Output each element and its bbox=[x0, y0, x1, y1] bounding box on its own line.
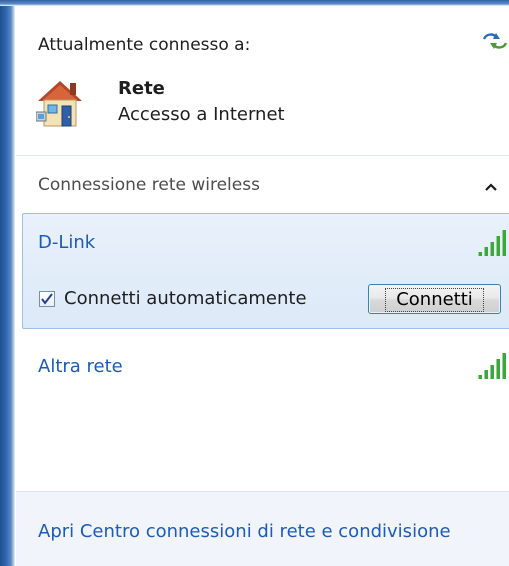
separator bbox=[16, 155, 509, 156]
wireless-section-title: Connessione rete wireless bbox=[38, 175, 260, 195]
connected-network-name: Rete bbox=[118, 78, 165, 99]
window-frame-left bbox=[0, 0, 15, 566]
connect-button-label: Connetti bbox=[385, 288, 484, 312]
flyout-content: Attualmente connesso a: Rete Accesso a I… bbox=[16, 6, 509, 566]
open-network-center-link[interactable]: Apri Centro connessioni di rete e condiv… bbox=[38, 521, 451, 542]
network-name-altra-rete[interactable]: Altra rete bbox=[38, 356, 123, 377]
connected-network-access: Accesso a Internet bbox=[118, 104, 285, 125]
auto-connect-checkbox[interactable] bbox=[39, 291, 55, 307]
chevron-up-icon[interactable] bbox=[484, 180, 498, 194]
network-name-dlink[interactable]: D-Link bbox=[38, 232, 95, 253]
signal-strength-icon bbox=[478, 353, 506, 379]
checkmark-icon bbox=[41, 293, 53, 305]
house-network-icon bbox=[36, 81, 82, 127]
auto-connect-label[interactable]: Connetti automaticamente bbox=[64, 288, 307, 309]
refresh-icon[interactable] bbox=[481, 30, 509, 52]
currently-connected-title: Attualmente connesso a: bbox=[38, 35, 251, 55]
connect-button[interactable]: Connetti bbox=[368, 284, 501, 314]
network-flyout: Attualmente connesso a: Rete Accesso a I… bbox=[0, 0, 509, 566]
signal-strength-icon bbox=[478, 230, 506, 256]
